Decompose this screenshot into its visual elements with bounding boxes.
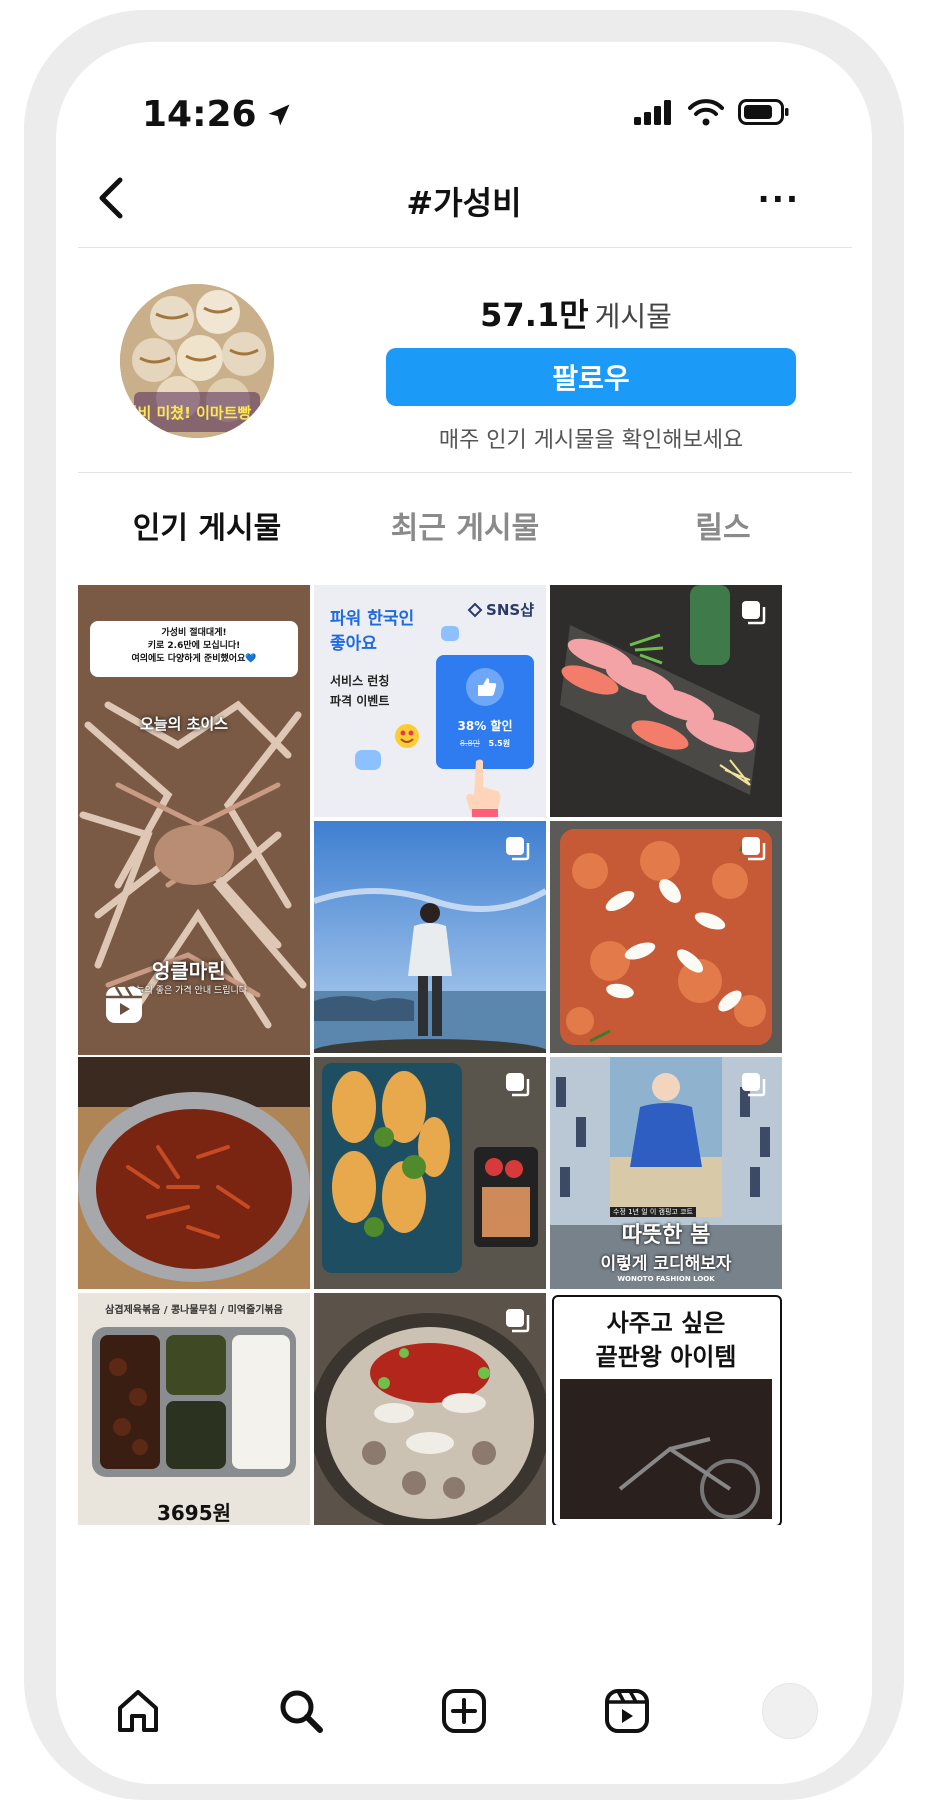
- sns-sub-line1: 서비스 런칭: [330, 674, 390, 688]
- sns-headline-line2: 좋아요: [330, 634, 377, 654]
- nav-create[interactable]: [429, 1676, 499, 1746]
- crab-bubble-line3: 여의에도 다양하게 준비했어요💙: [131, 654, 257, 664]
- nav-reels[interactable]: [592, 1676, 662, 1746]
- spicy-dish-image: [78, 1057, 310, 1289]
- post-grid: 가성비 절대대게! 키로 2.6만에 모십니다! 여의에도 다양하게 준비했어요…: [78, 585, 852, 1652]
- multiple-photos-icon: [504, 835, 532, 867]
- create-icon: [441, 1689, 486, 1733]
- sns-prices: 8.8만 5.5원: [436, 738, 534, 749]
- status-time-text: 14:26: [142, 94, 257, 135]
- post-sashimi[interactable]: [550, 585, 782, 817]
- profile-divider: [78, 472, 852, 473]
- post-stir-fry[interactable]: [550, 821, 782, 1053]
- signal-icon: [634, 100, 671, 125]
- phone-screen: 14:26 #가성비 ··· 성비 미쳤! 이마트빵 추 57.1만 게시물 팔…: [56, 42, 872, 1784]
- search-icon: [280, 1690, 323, 1733]
- like-bubble-icon: [355, 750, 381, 770]
- header-divider: [78, 247, 852, 248]
- battery-icon: [738, 99, 789, 125]
- post-crab-reel[interactable]: 가성비 절대대게! 키로 2.6만에 모십니다! 여의에도 다양하게 준비했어요…: [78, 585, 310, 1055]
- bottom-nav: [56, 1652, 872, 1784]
- crab-speech-bubble: 가성비 절대대게! 키로 2.6만에 모십니다! 여의에도 다양하게 준비했어요…: [90, 621, 298, 677]
- post-sns-ad[interactable]: SNS샵 파워 한국인 좋아요 서비스 런칭 파격 이벤트 38% 할인 8.8…: [314, 585, 546, 817]
- multiple-photos-icon: [504, 1071, 532, 1103]
- profile-avatar: [762, 1683, 819, 1739]
- post-count-label: 게시물: [594, 300, 672, 333]
- bike-image: [560, 1379, 772, 1519]
- fashion-brand: WONOTO FASHION LOOK: [617, 1275, 715, 1283]
- more-options-button[interactable]: ···: [758, 180, 800, 218]
- nav-profile[interactable]: [755, 1676, 825, 1746]
- follow-subtitle: 매주 인기 게시물을 확인해보세요: [438, 428, 744, 453]
- tab-popular[interactable]: 인기 게시물: [78, 494, 336, 564]
- post-travel-photo[interactable]: [314, 821, 546, 1053]
- follow-button[interactable]: 팔로우: [386, 348, 796, 406]
- lunch-tray-image: [92, 1327, 296, 1477]
- sns-discount: 38% 할인: [457, 719, 513, 733]
- location-arrow-icon: [268, 104, 290, 125]
- home-icon: [117, 1690, 158, 1732]
- multiple-photos-icon: [740, 835, 768, 867]
- like-bubble-icon-small: [441, 626, 459, 641]
- post-spicy-dish[interactable]: [78, 1057, 310, 1289]
- post-lunch-tray[interactable]: 삼겹제육볶음 / 콩나물무침 / 미역줄기볶음 3695원: [78, 1293, 310, 1525]
- crab-subcaption: 오늘의 좋은 가격 안내 드립니다: [128, 986, 248, 996]
- status-time: 14:26: [142, 94, 293, 135]
- multiple-photos-icon: [740, 1307, 768, 1339]
- post-lunchbox[interactable]: [314, 1057, 546, 1289]
- nav-search[interactable]: [266, 1676, 336, 1746]
- sns-sub: 서비스 런칭 파격 이벤트: [330, 671, 389, 711]
- fashion-line1: 따뜻한 봄: [621, 1223, 711, 1248]
- sns-logo-icon: [467, 602, 483, 617]
- reels-icon: [605, 1689, 650, 1733]
- multiple-photos-icon: [740, 1071, 768, 1103]
- crab-bubble-line2: 키로 2.6만에 모십니다!: [147, 641, 241, 651]
- multiple-photos-icon: [504, 1307, 532, 1339]
- crab-caption: 엉클마린: [152, 959, 226, 983]
- avatar-caption: 가성비 미쳤! 이마트빵 추천: [120, 404, 274, 422]
- post-count-value: 57.1만: [480, 296, 589, 334]
- lunch-header: 삼겹제육볶음 / 콩나물무침 / 미역줄기볶음: [105, 1305, 283, 1316]
- reels-badge-icon: [104, 985, 144, 1029]
- crab-sticker: 오늘의 초이스: [140, 715, 229, 733]
- lunch-price: 3695원: [156, 1501, 232, 1525]
- emoji-icon: [395, 724, 419, 748]
- sns-discount-card: 38% 할인 8.8만 5.5원: [436, 655, 534, 769]
- nav-home[interactable]: [103, 1676, 173, 1746]
- status-icons: [634, 98, 790, 126]
- tab-reels[interactable]: 릴스: [594, 494, 852, 564]
- sns-brand-text: SNS샵: [486, 601, 534, 619]
- wifi-icon: [688, 99, 724, 126]
- crab-bubble-line1: 가성비 절대대게!: [161, 628, 227, 638]
- post-fashion[interactable]: 수정 1년 일 이 캠핑고 코트 따뜻한 봄 이렇게 코디해보자 WONOTO …: [550, 1057, 782, 1289]
- sns-headline: 파워 한국인 좋아요: [330, 607, 414, 657]
- bike-line2: 끝판왕 아이템: [595, 1342, 737, 1371]
- page-title: #가성비: [406, 184, 522, 222]
- sns-sub-line2: 파격 이벤트: [330, 694, 390, 708]
- post-bike-item[interactable]: 사주고 싶은 끝판왕 아이템: [550, 1293, 782, 1525]
- sns-headline-line1: 파워 한국인: [330, 609, 415, 629]
- thumbs-up-icon: [466, 668, 504, 706]
- fashion-line2: 이렇게 코디해보자: [600, 1254, 732, 1274]
- sns-brand: SNS샵: [467, 599, 534, 620]
- post-tabs: 인기 게시물 최근 게시물 릴스: [78, 494, 852, 564]
- sns-new-price: 5.5원: [488, 739, 511, 748]
- post-count: 57.1만 게시물: [56, 290, 872, 336]
- multiple-photos-icon: [740, 599, 768, 631]
- hand-pointer-icon: [466, 759, 501, 817]
- tab-recent[interactable]: 최근 게시물: [336, 494, 594, 564]
- fashion-small-caption: 수정 1년 일 이 캠핑고 코트: [610, 1207, 696, 1217]
- sns-old-price: 8.8만: [459, 739, 480, 748]
- post-soup[interactable]: [314, 1293, 546, 1525]
